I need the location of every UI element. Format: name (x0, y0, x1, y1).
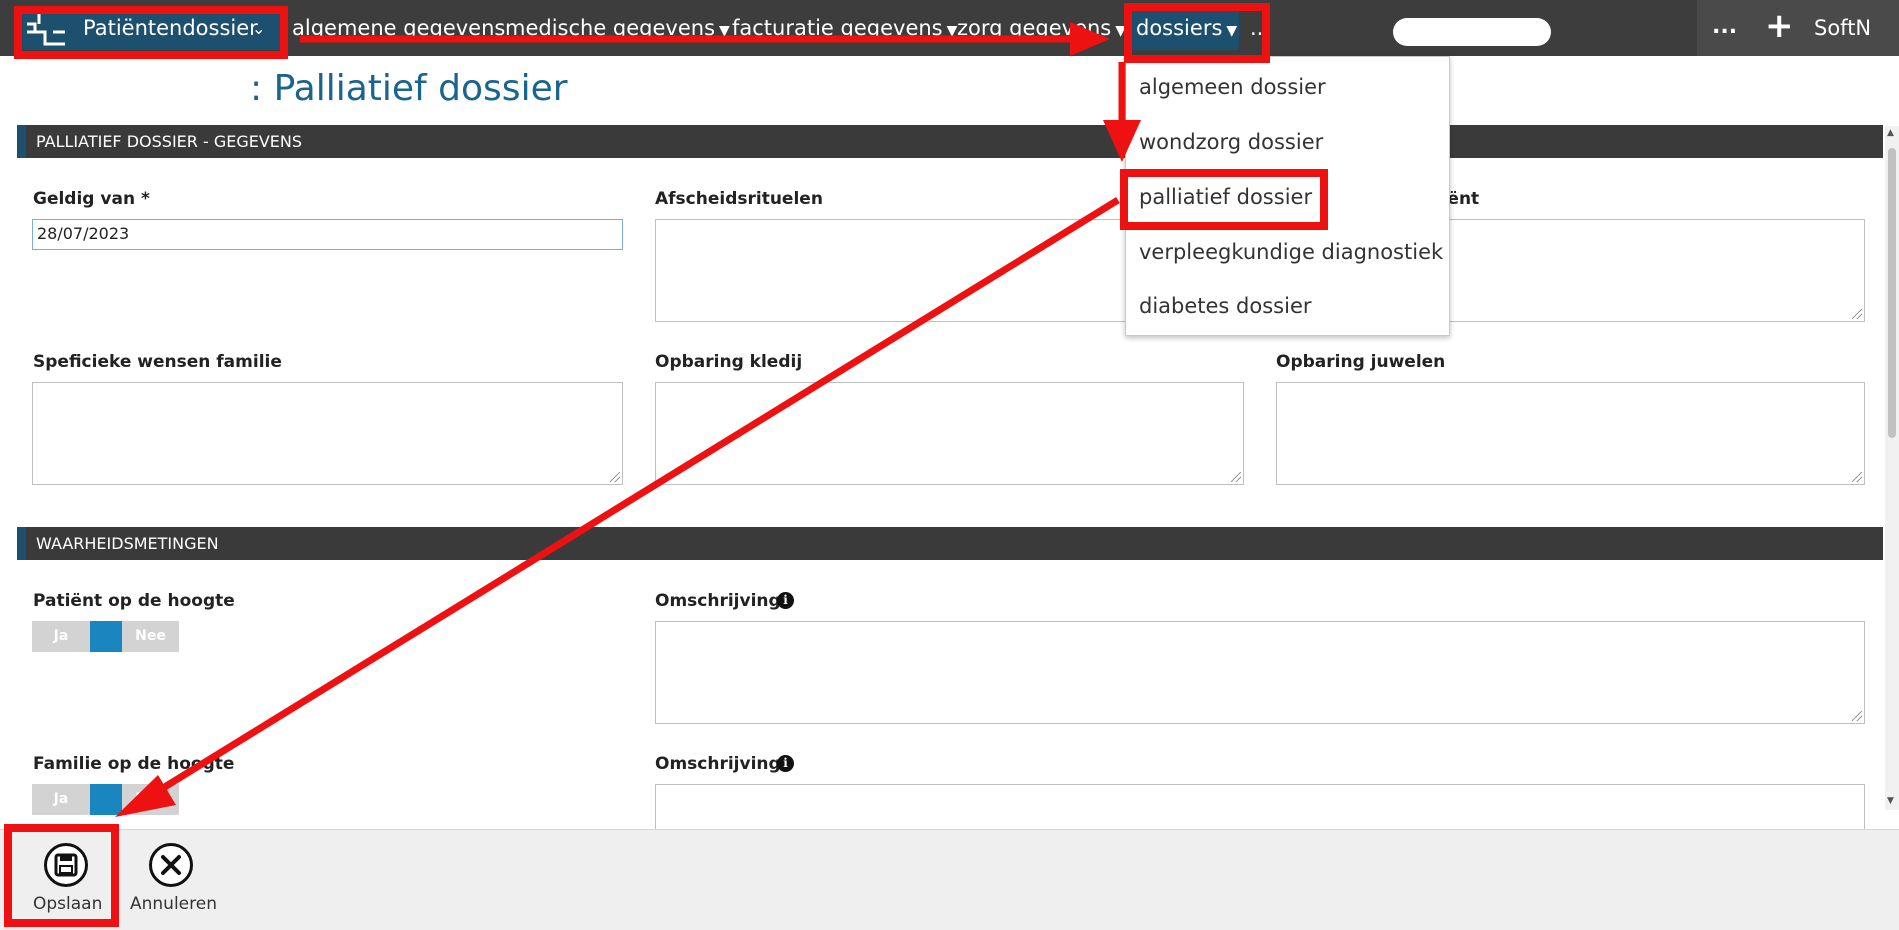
annotation-arrows (115, 22, 1141, 817)
annotation-arrow-3 (148, 197, 1120, 799)
annotation-arrowhead-3 (115, 775, 176, 817)
annotation-arrowhead-2 (1103, 120, 1141, 162)
annotation-arrowhead-1 (1070, 22, 1110, 56)
